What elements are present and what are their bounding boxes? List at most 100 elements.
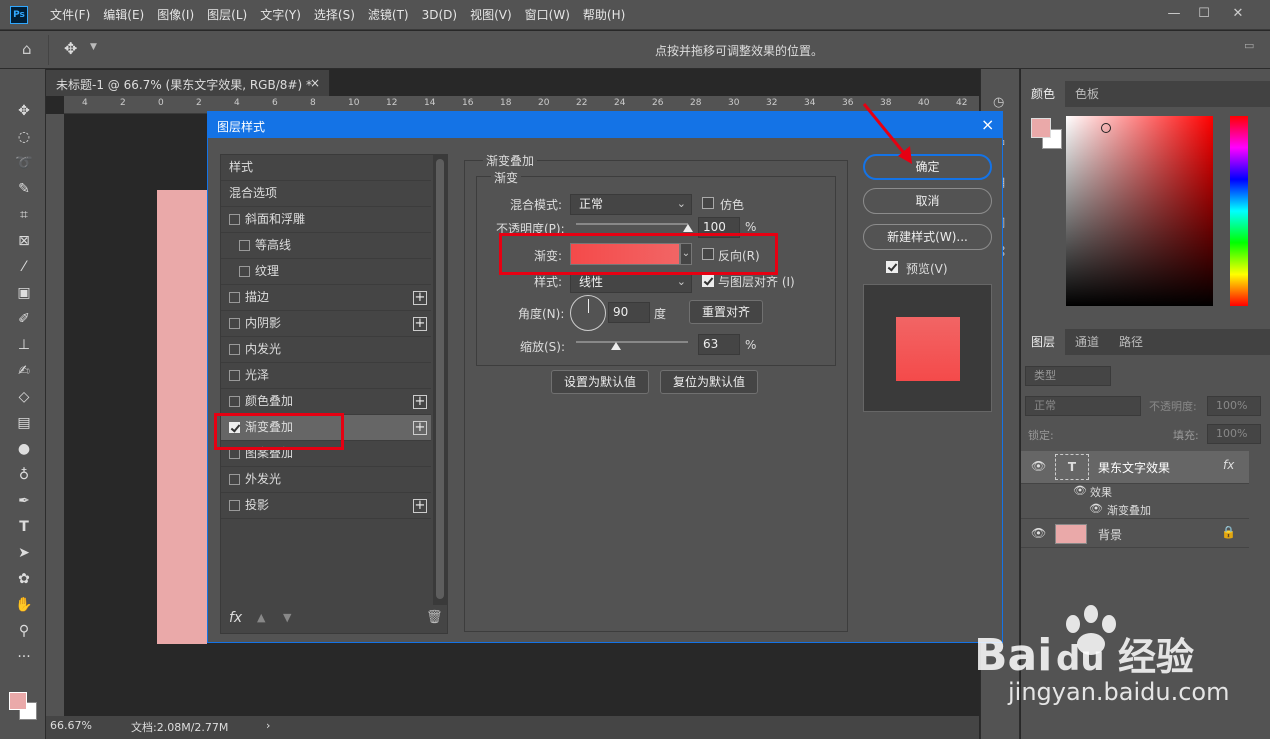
style-checkbox[interactable] [229, 214, 240, 225]
opacity-slider-thumb[interactable] [683, 224, 693, 232]
style-item[interactable]: 内发光 [221, 337, 431, 363]
add-effect-icon[interactable]: + [413, 395, 427, 409]
close-icon[interactable]: × [981, 115, 994, 134]
blend-mode-select[interactable]: 正常 ⌄ [570, 194, 692, 215]
menu-edit[interactable]: 编辑(E) [103, 0, 144, 30]
document-tab[interactable]: 未标题-1 @ 66.7% (果东文字效果, RGB/8#) * × [46, 70, 330, 96]
menu-select[interactable]: 选择(S) [314, 0, 355, 30]
dialog-titlebar[interactable]: 图层样式 × [208, 112, 1002, 138]
style-item[interactable]: 斜面和浮雕 [221, 207, 431, 233]
add-effect-icon[interactable]: + [413, 421, 427, 435]
scale-slider[interactable] [576, 341, 688, 343]
layer-effects-row[interactable]: 👁 效果 [1021, 484, 1249, 500]
eraser-tool-icon[interactable]: ◇ [13, 387, 35, 407]
move-tool-icon[interactable]: ✥ [64, 39, 77, 58]
style-checkbox[interactable] [229, 344, 240, 355]
menu-view[interactable]: 视图(V) [470, 0, 512, 30]
zoom-level[interactable]: 66.67% [50, 719, 92, 732]
menu-help[interactable]: 帮助(H) [583, 0, 625, 30]
layer-name[interactable]: 背景 [1098, 526, 1122, 543]
tab-color[interactable]: 颜色 [1021, 81, 1066, 107]
new-style-button[interactable]: 新建样式(W)... [863, 224, 992, 250]
fill-field[interactable]: 100% [1207, 424, 1261, 444]
layer-row-text[interactable]: 👁 T 果东文字效果 fx [1021, 451, 1249, 484]
color-picker-cursor[interactable] [1101, 123, 1111, 133]
layer-gradient-effect-row[interactable]: 👁 渐变叠加 [1021, 501, 1249, 519]
lasso-tool-icon[interactable]: ➰ [13, 153, 35, 173]
menu-image[interactable]: 图像(I) [157, 0, 194, 30]
style-checkbox[interactable] [239, 266, 250, 277]
angle-input[interactable]: 90 [608, 302, 650, 323]
fx-menu-icon[interactable]: fx [229, 610, 242, 626]
workspace-icon[interactable]: ▭ [1244, 39, 1254, 52]
menu-file[interactable]: 文件(F) [50, 0, 90, 30]
opacity-slider[interactable] [576, 223, 688, 225]
brush-tool-icon[interactable]: ✐ [13, 309, 35, 329]
style-select[interactable]: 线性 ⌄ [570, 272, 692, 293]
move-tool-icon[interactable]: ✥ [13, 101, 35, 121]
add-effect-icon[interactable]: + [413, 317, 427, 331]
visibility-eye-icon[interactable]: 👁 [1089, 502, 1103, 515]
document-canvas[interactable] [157, 190, 207, 644]
style-checkbox[interactable] [229, 474, 240, 485]
gradient-tool-icon[interactable]: ▤ [13, 413, 35, 433]
add-effect-icon[interactable]: + [413, 291, 427, 305]
tab-layers[interactable]: 图层 [1021, 329, 1066, 355]
hand-tool-icon[interactable]: ✋ [13, 595, 35, 615]
marquee-tool-icon[interactable]: ◌ [13, 127, 35, 147]
eyedropper-icon[interactable]: ⁄ [13, 257, 35, 277]
dither-checkbox[interactable] [702, 197, 714, 209]
style-checkbox[interactable] [229, 318, 240, 329]
move-down-icon[interactable]: ▼ [283, 611, 291, 624]
layer-opacity-field[interactable]: 100% [1207, 396, 1261, 416]
preview-checkbox[interactable] [886, 261, 898, 273]
tab-swatches[interactable]: 色板 [1065, 81, 1109, 107]
style-item[interactable]: 纹理 [221, 259, 431, 285]
pen-tool-icon[interactable]: ✒ [13, 491, 35, 511]
menu-3d[interactable]: 3D(D) [422, 0, 457, 30]
style-item[interactable]: 等高线 [221, 233, 431, 259]
layer-name[interactable]: 果东文字效果 [1098, 459, 1170, 476]
style-item[interactable]: 样式 [221, 155, 431, 181]
align-layer-checkbox[interactable] [702, 275, 714, 287]
layer-filter-select[interactable]: 类型 [1025, 366, 1111, 386]
quick-select-icon[interactable]: ✎ [13, 179, 35, 199]
cancel-button[interactable]: 取消 [863, 188, 992, 214]
ok-button[interactable]: 确定 [863, 154, 992, 180]
menu-layer[interactable]: 图层(L) [207, 0, 247, 30]
style-checkbox[interactable] [239, 240, 250, 251]
angle-dial[interactable] [570, 295, 606, 331]
layer-blend-select[interactable]: 正常 [1025, 396, 1141, 416]
reset-default-button[interactable]: 复位为默认值 [660, 370, 758, 394]
healing-brush-icon[interactable]: ▣ [13, 283, 35, 303]
dodge-tool-icon[interactable]: ♁ [13, 465, 35, 485]
style-checkbox[interactable] [229, 370, 240, 381]
visibility-eye-icon[interactable]: 👁 [1073, 484, 1087, 497]
color-picker-field[interactable] [1066, 116, 1213, 306]
maximize-icon[interactable]: ☐ [1192, 4, 1216, 24]
close-tab-icon[interactable]: × [310, 76, 320, 90]
close-window-icon[interactable]: ✕ [1226, 4, 1250, 24]
minimize-icon[interactable]: — [1162, 4, 1186, 24]
history-panel-icon[interactable]: ◷ [993, 95, 1004, 110]
scrollbar-thumb[interactable] [436, 159, 444, 599]
style-checkbox[interactable] [229, 292, 240, 303]
status-menu-icon[interactable]: › [266, 719, 270, 732]
scale-input[interactable]: 63 [698, 334, 740, 355]
panel-foreground-swatch[interactable] [1031, 118, 1051, 138]
menu-window[interactable]: 窗口(W) [525, 0, 570, 30]
style-item[interactable]: 内阴影 + [221, 311, 431, 337]
menu-type[interactable]: 文字(Y) [260, 0, 301, 30]
foreground-color-swatch[interactable] [9, 692, 27, 710]
style-item[interactable]: 颜色叠加 + [221, 389, 431, 415]
home-icon[interactable]: ⌂ [22, 40, 32, 58]
style-checkbox[interactable] [229, 396, 240, 407]
add-effect-icon[interactable]: + [413, 499, 427, 513]
shape-tool-icon[interactable]: ✿ [13, 569, 35, 589]
tab-paths[interactable]: 路径 [1109, 329, 1153, 355]
style-item[interactable]: 描边 + [221, 285, 431, 311]
layer-row-background[interactable]: 👁 背景 🔒 [1021, 520, 1249, 548]
fx-badge[interactable]: fx [1223, 458, 1234, 472]
set-default-button[interactable]: 设置为默认值 [551, 370, 649, 394]
style-item[interactable]: 光泽 [221, 363, 431, 389]
